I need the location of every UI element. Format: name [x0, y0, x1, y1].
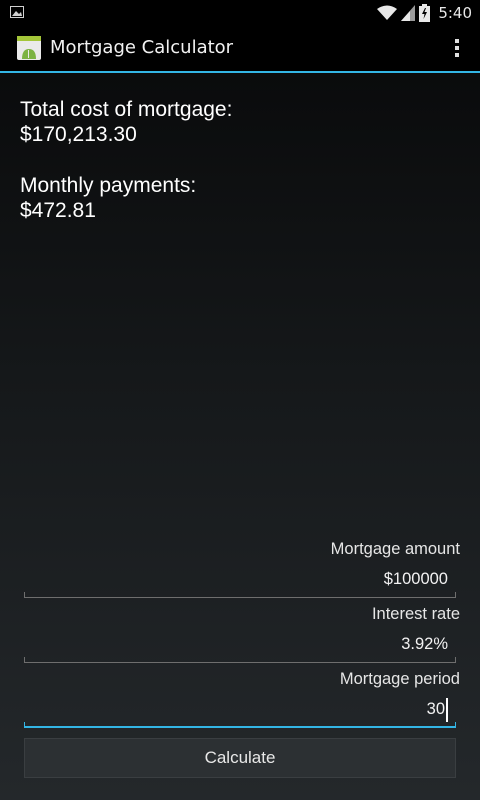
mortgage-amount-label: Mortgage amount	[330, 540, 460, 558]
signal-icon	[401, 5, 416, 21]
mortgage-period-value: 30	[426, 700, 445, 718]
interest-rate-label: Interest rate	[371, 605, 460, 623]
app-icon[interactable]	[16, 35, 42, 61]
overflow-dot	[455, 53, 459, 57]
mortgage-period-label: Mortgage period	[339, 670, 460, 688]
mortgage-period-field[interactable]: 30	[24, 698, 456, 728]
action-bar: Mortgage Calculator	[0, 25, 480, 71]
wifi-icon	[377, 5, 398, 20]
mortgage-amount-underline	[24, 592, 456, 598]
total-cost-value: $170,213.30	[20, 123, 137, 146]
main-content: Total cost of mortgage: $170,213.30 Mont…	[0, 73, 480, 800]
total-cost-result: Total cost of mortgage: $170,213.30	[20, 97, 232, 147]
status-time: 5:40	[438, 4, 472, 22]
image-notification-icon	[10, 6, 24, 18]
mortgage-amount-value: $100000	[383, 570, 448, 588]
interest-rate-field[interactable]: 3.92%	[24, 633, 456, 663]
overflow-menu-icon[interactable]	[444, 35, 470, 61]
calculate-button[interactable]: Calculate	[24, 738, 456, 778]
text-cursor	[446, 698, 448, 722]
monthly-payment-result: Monthly payments: $472.81	[20, 173, 196, 223]
battery-icon	[419, 4, 431, 22]
interest-rate-underline	[24, 657, 456, 663]
interest-rate-value: 3.92%	[401, 635, 448, 653]
overflow-dot	[455, 39, 459, 43]
mortgage-amount-field[interactable]: $100000	[24, 568, 456, 598]
mortgage-period-underline	[24, 722, 456, 728]
status-bar: 5:40	[0, 0, 480, 25]
total-cost-label: Total cost of mortgage:	[20, 98, 233, 121]
app-title: Mortgage Calculator	[50, 37, 234, 58]
overflow-dot	[455, 46, 459, 50]
monthly-payment-label: Monthly payments:	[20, 174, 197, 197]
monthly-payment-value: $472.81	[20, 199, 96, 222]
